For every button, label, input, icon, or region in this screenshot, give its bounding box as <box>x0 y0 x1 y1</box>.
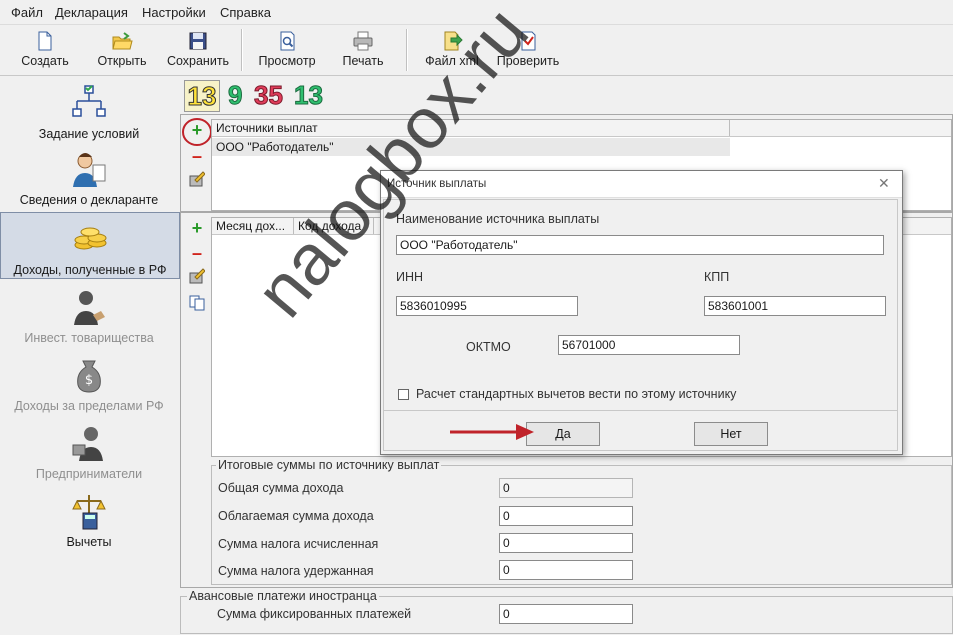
person-icon <box>73 153 106 187</box>
floppy-disk-icon <box>189 32 207 50</box>
standard-deductions-label: Расчет стандартных вычетов вести по этом… <box>416 387 737 401</box>
advance-group-title: Авансовые платежи иностранца <box>187 589 379 603</box>
add-income-button[interactable]: + <box>187 219 207 237</box>
coins-icon <box>74 227 107 250</box>
source-name-label: Наименование источника выплаты <box>396 212 600 226</box>
oktmo-field[interactable]: 56701000 <box>558 335 740 355</box>
column-header-income-code[interactable]: Код дохода <box>294 218 374 234</box>
businessman-icon <box>72 427 103 461</box>
source-name-field[interactable]: ООО "Работодатель" <box>396 235 884 255</box>
rate-13-nonresident-tab[interactable]: 13 <box>294 80 330 111</box>
arrow-annotation-icon <box>450 424 534 440</box>
add-source-button[interactable]: + <box>187 121 207 139</box>
create-button[interactable]: Создать <box>14 27 76 73</box>
preview-button[interactable]: Просмотр <box>253 27 321 73</box>
no-button[interactable]: Нет <box>694 422 768 446</box>
menu-declaration[interactable]: Декларация <box>55 5 128 20</box>
kpp-field[interactable]: 583601001 <box>704 296 886 316</box>
dialog-body: Наименование источника выплаты ООО "Рабо… <box>383 199 898 451</box>
toolbar: Создать Открыть Сохранить Просмотр Печат… <box>0 25 953 76</box>
inn-label: ИНН <box>396 270 424 284</box>
kpp-label: КПП <box>704 270 730 284</box>
tax-withheld-label: Сумма налога удержанная <box>218 564 374 578</box>
menu-file[interactable]: Файл <box>11 5 43 20</box>
nav-item-income-rf[interactable]: Доходы, полученные в РФ <box>0 212 180 279</box>
open-button[interactable]: Открыть <box>92 27 152 73</box>
rate-9-label: 9 <box>227 80 243 111</box>
tax-calculated-label: Сумма налога исчисленная <box>218 537 379 551</box>
oktmo-label: ОКТМО <box>466 340 511 354</box>
nav-item-entrepreneurs[interactable]: Предприниматели <box>0 423 178 483</box>
taxable-income-label: Облагаемая сумма дохода <box>218 509 374 523</box>
minus-icon: – <box>191 146 202 166</box>
fixed-payments-label: Сумма фиксированных платежей <box>217 607 412 621</box>
xml-file-button[interactable]: Файл xml <box>419 27 485 73</box>
column-header-sources[interactable]: Источники выплат <box>212 120 730 136</box>
nav-item-income-abroad[interactable]: $ Доходы за пределами РФ <box>0 355 178 415</box>
plus-icon: + <box>191 218 203 238</box>
close-icon[interactable]: ✕ <box>878 175 890 192</box>
nav-item-deductions[interactable]: Вычеты <box>0 491 178 551</box>
edit-icon <box>189 171 206 187</box>
rate-13-tab[interactable]: 13 <box>184 80 220 112</box>
check-document-icon <box>521 31 536 51</box>
minus-icon: – <box>191 243 202 263</box>
table-row[interactable]: ООО "Работодатель" <box>212 138 730 156</box>
nav-item-declarant[interactable]: Сведения о декларанте <box>0 149 178 209</box>
rate-13-label: 13 <box>187 81 217 112</box>
plus-icon: + <box>191 120 203 140</box>
inn-field[interactable]: 5836010995 <box>396 296 578 316</box>
check-button[interactable]: Проверить <box>492 27 564 73</box>
dialog-title: Источник выплаты <box>387 178 487 190</box>
open-folder-icon <box>112 32 133 50</box>
rate-9-tab[interactable]: 9 <box>227 80 250 111</box>
rate-35-label: 35 <box>254 80 284 111</box>
totals-group-title: Итоговые суммы по источнику выплат <box>216 458 442 472</box>
fixed-payments-field[interactable]: 0 <box>499 604 633 624</box>
tax-withheld-field[interactable]: 0 <box>499 560 633 580</box>
advance-payments-group: Авансовые платежи иностранца Сумма фикси… <box>180 589 953 634</box>
total-income-field: 0 <box>499 478 633 498</box>
dialog-title-bar: Источник выплаты ✕ <box>381 171 902 198</box>
sources-table-header: Источники выплат <box>212 120 951 137</box>
standard-deductions-checkbox[interactable] <box>398 389 409 400</box>
menu-bar: Файл Декларация Настройки Справка <box>0 0 953 25</box>
nav-item-invest[interactable]: Инвест. товарищества <box>0 287 178 347</box>
copy-icon <box>189 295 205 311</box>
rate-35-tab[interactable]: 35 <box>254 80 290 111</box>
tax-calculated-field[interactable]: 0 <box>499 533 633 553</box>
remove-income-button[interactable]: – <box>187 244 207 262</box>
nav-item-conditions[interactable]: Задание условий <box>0 83 178 143</box>
svg-text:$: $ <box>85 373 93 388</box>
menu-help[interactable]: Справка <box>220 5 271 20</box>
export-xml-icon <box>444 31 463 51</box>
copy-income-button[interactable] <box>187 295 207 313</box>
tree-structure-icon <box>72 85 106 117</box>
remove-source-button[interactable]: – <box>187 147 207 165</box>
money-bag-icon: $ <box>77 360 101 393</box>
menu-settings[interactable]: Настройки <box>142 5 206 20</box>
total-income-label: Общая сумма дохода <box>218 481 344 495</box>
edit-income-button[interactable] <box>187 268 207 286</box>
edit-source-button[interactable] <box>187 171 207 189</box>
partnership-icon <box>74 291 105 325</box>
taxable-income-field[interactable]: 0 <box>499 506 633 526</box>
edit-icon <box>189 268 206 284</box>
left-navigation: Задание условий Сведения о декларанте До… <box>0 77 180 635</box>
column-header-month[interactable]: Месяц дох... <box>212 218 294 234</box>
preview-document-icon <box>280 31 295 51</box>
printer-icon <box>353 31 373 51</box>
new-document-icon <box>38 31 52 51</box>
scales-calculator-icon <box>72 495 106 530</box>
divider <box>384 410 897 411</box>
payment-source-dialog: Источник выплаты ✕ Наименование источник… <box>380 170 903 455</box>
save-button[interactable]: Сохранить <box>162 27 234 73</box>
totals-group: Итоговые суммы по источнику выплат Общая… <box>211 458 952 585</box>
print-button[interactable]: Печать <box>336 27 390 73</box>
rate-13-nonresident-label: 13 <box>294 80 324 111</box>
